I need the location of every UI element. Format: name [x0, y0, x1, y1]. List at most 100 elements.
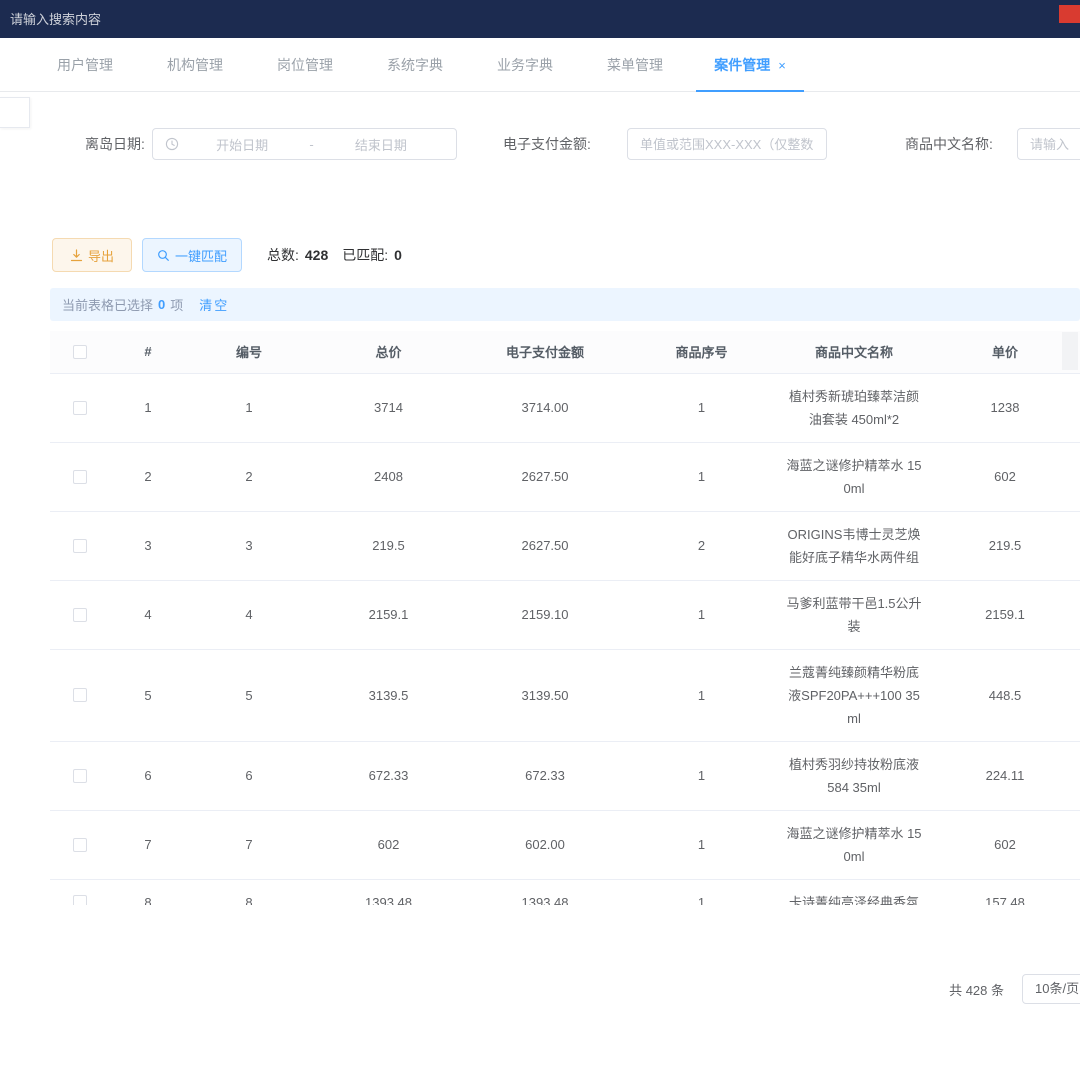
cell-code: 3 — [186, 511, 312, 580]
cell-idx: 2 — [110, 442, 186, 511]
date-range-input[interactable]: 开始日期 - 结束日期 — [152, 128, 457, 160]
tab-岗位管理[interactable]: 岗位管理 — [250, 38, 360, 92]
table-body: 1137143714.001植村秀新琥珀臻萃洁颜油套装 450ml*212382… — [50, 373, 1080, 905]
tab-label: 机构管理 — [167, 57, 223, 73]
row-checkbox[interactable] — [73, 688, 87, 702]
row-checkbox[interactable] — [73, 769, 87, 783]
cell-total: 2408 — [312, 442, 465, 511]
cell-total: 3139.5 — [312, 649, 465, 741]
tab-系统字典[interactable]: 系统字典 — [360, 38, 470, 92]
cell-total: 672.33 — [312, 741, 465, 810]
col-header-idx: # — [110, 331, 186, 373]
epay-input[interactable] — [627, 128, 827, 160]
product-name-input[interactable] — [1017, 128, 1080, 160]
tab-close-icon[interactable]: × — [778, 58, 786, 73]
cell-unit: 602 — [930, 442, 1080, 511]
cell-code: 8 — [186, 879, 312, 905]
col-header-seq: 商品序号 — [625, 331, 778, 373]
product-name-filter-label: 商品中文名称: — [905, 128, 993, 160]
pagination-total: 共 428 条 — [949, 980, 1004, 999]
cell-unit: 1238 — [930, 373, 1080, 442]
tab-菜单管理[interactable]: 菜单管理 — [580, 38, 690, 92]
clock-icon — [165, 137, 179, 151]
clear-selection-link[interactable]: 清空 — [199, 295, 229, 314]
row-checkbox[interactable] — [73, 401, 87, 415]
table-row: 442159.12159.101马爹利蓝带干邑1.5公升装2159.1 — [50, 580, 1080, 649]
cell-name: 兰蔻菁纯臻颜精华粉底液SPF20PA+++100 35 ml — [778, 649, 930, 741]
table-row: 77602602.001海蓝之谜修护精萃水 150ml602 — [50, 810, 1080, 879]
cell-total: 1393.48 — [312, 879, 465, 905]
page-size-select[interactable]: 10条/页 — [1022, 974, 1080, 1004]
cell-name: 海蓝之谜修护精萃水 150ml — [778, 810, 930, 879]
export-button[interactable]: 导出 — [52, 238, 132, 272]
cell-name: ORIGINS韦博士灵芝焕能好底子精华水两件组 — [778, 511, 930, 580]
table-row: 33219.52627.502ORIGINS韦博士灵芝焕能好底子精华水两件组21… — [50, 511, 1080, 580]
epay-filter-label: 电子支付金额: — [503, 128, 591, 160]
cell-name: 卡诗菁纯亮泽经典香氛 — [778, 879, 930, 905]
selection-prefix: 当前表格已选择 — [62, 295, 153, 314]
cell-total: 219.5 — [312, 511, 465, 580]
table-scrollbar[interactable] — [1062, 332, 1078, 370]
selection-bar: 当前表格已选择 0 项 清空 — [50, 288, 1080, 321]
cell-code: 5 — [186, 649, 312, 741]
cell-idx: 7 — [110, 810, 186, 879]
matched-label: 已匹配: — [342, 247, 388, 263]
row-checkbox[interactable] — [73, 838, 87, 852]
cell-idx: 3 — [110, 511, 186, 580]
cell-name: 海蓝之谜修护精萃水 150ml — [778, 442, 930, 511]
cell-unit: 157.48 — [930, 879, 1080, 905]
table-row: 66672.33672.331植村秀羽纱持妆粉底液 584 35ml224.11 — [50, 741, 1080, 810]
cell-code: 1 — [186, 373, 312, 442]
cell-epay: 3139.50 — [465, 649, 625, 741]
cell-seq: 1 — [625, 810, 778, 879]
row-checkbox[interactable] — [73, 539, 87, 553]
cell-seq: 1 — [625, 373, 778, 442]
cell-seq: 1 — [625, 442, 778, 511]
cell-seq: 1 — [625, 879, 778, 905]
cell-epay: 3714.00 — [465, 373, 625, 442]
row-checkbox[interactable] — [73, 470, 87, 484]
global-search-input[interactable]: 请输入搜索内容 — [10, 9, 101, 28]
cell-unit: 219.5 — [930, 511, 1080, 580]
tab-业务字典[interactable]: 业务字典 — [470, 38, 580, 92]
cell-idx: 8 — [110, 879, 186, 905]
table-row: 881393.481393.481卡诗菁纯亮泽经典香氛157.48 — [50, 879, 1080, 905]
table-row: 1137143714.001植村秀新琥珀臻萃洁颜油套装 450ml*21238 — [50, 373, 1080, 442]
table-row: 553139.53139.501兰蔻菁纯臻颜精华粉底液SPF20PA+++100… — [50, 649, 1080, 741]
col-header-name: 商品中文名称 — [778, 331, 930, 373]
col-header-unit: 单价 — [930, 331, 1080, 373]
tab-label: 系统字典 — [387, 57, 443, 73]
cell-code: 7 — [186, 810, 312, 879]
date-filter-label: 离岛日期: — [85, 128, 145, 160]
cell-name: 植村秀新琥珀臻萃洁颜油套装 450ml*2 — [778, 373, 930, 442]
cell-epay: 672.33 — [465, 741, 625, 810]
nav-red-badge[interactable] — [1059, 5, 1080, 23]
tab-label: 菜单管理 — [607, 57, 663, 73]
col-header-code: 编号 — [186, 331, 312, 373]
export-button-label: 导出 — [88, 246, 114, 265]
cell-total: 2159.1 — [312, 580, 465, 649]
collapse-toggle[interactable] — [0, 97, 30, 128]
total-value: 428 — [305, 247, 328, 263]
match-button-label: 一键匹配 — [175, 246, 227, 265]
table-header-row: # 编号 总价 电子支付金额 商品序号 商品中文名称 单价 — [50, 331, 1080, 373]
select-all-checkbox[interactable] — [73, 345, 87, 359]
row-checkbox[interactable] — [73, 608, 87, 622]
start-date-placeholder[interactable]: 开始日期 — [179, 135, 305, 154]
row-checkbox[interactable] — [73, 895, 87, 905]
cell-code: 6 — [186, 741, 312, 810]
cell-name: 马爹利蓝带干邑1.5公升装 — [778, 580, 930, 649]
end-date-placeholder[interactable]: 结束日期 — [318, 135, 444, 154]
tab-案件管理[interactable]: 案件管理× — [690, 38, 810, 92]
cell-epay: 2627.50 — [465, 511, 625, 580]
total-label: 总数: — [267, 247, 299, 263]
col-header-total: 总价 — [312, 331, 465, 373]
cell-code: 4 — [186, 580, 312, 649]
tab-机构管理[interactable]: 机构管理 — [140, 38, 250, 92]
col-header-epay: 电子支付金额 — [465, 331, 625, 373]
cell-total: 602 — [312, 810, 465, 879]
tab-用户管理[interactable]: 用户管理 — [30, 38, 140, 92]
one-click-match-button[interactable]: 一键匹配 — [142, 238, 242, 272]
cell-unit: 224.11 — [930, 741, 1080, 810]
cell-idx: 4 — [110, 580, 186, 649]
